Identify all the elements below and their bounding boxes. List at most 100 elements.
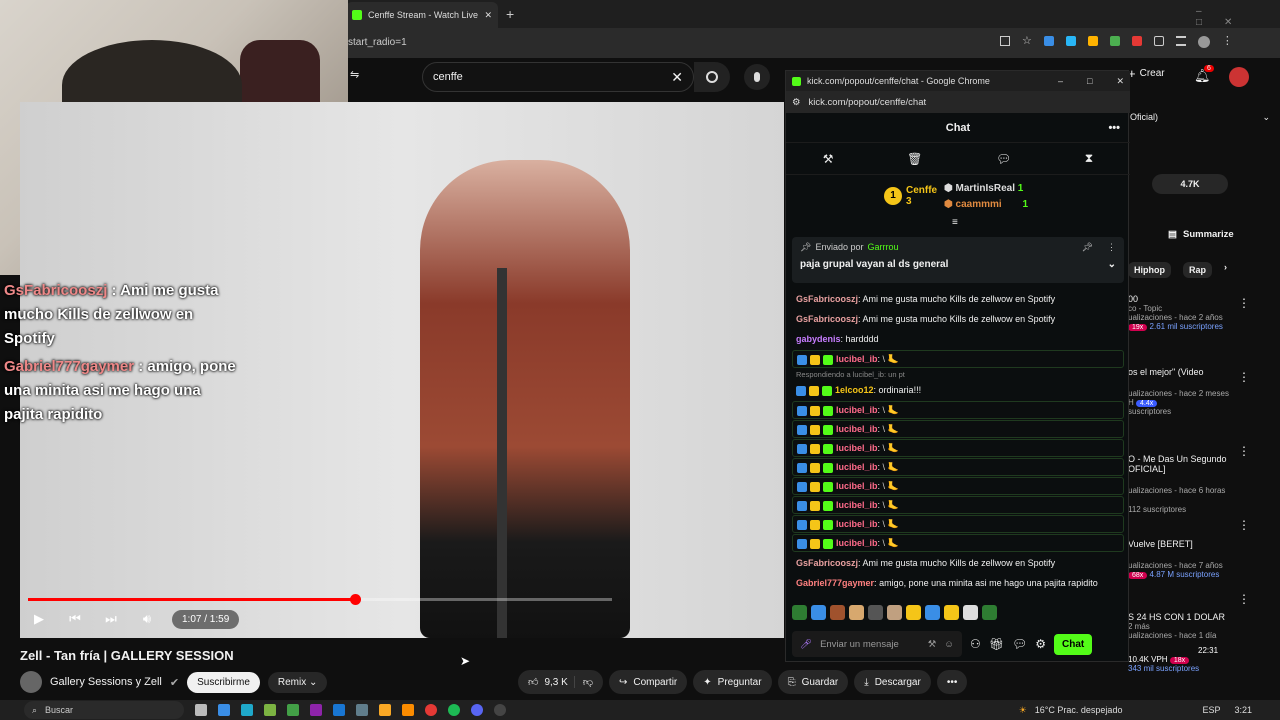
emote-icon[interactable] bbox=[868, 605, 883, 620]
chrome-icon[interactable] bbox=[425, 704, 437, 716]
ask-button[interactable]: ✦ Preguntar bbox=[693, 670, 772, 694]
search-input[interactable]: cenffe ✕ bbox=[422, 62, 694, 92]
emote-icon[interactable] bbox=[944, 605, 959, 620]
settings-icon[interactable]: ⚙ bbox=[1035, 637, 1046, 651]
download-button[interactable]: ⤓ Descargar bbox=[854, 670, 931, 694]
chat-username[interactable]: lucibel_ib bbox=[836, 405, 878, 415]
collapse-icon[interactable]: ≡ bbox=[952, 217, 958, 228]
chat-input[interactable]: 🎤︎ Enviar un mensaje ⚒ ☺ bbox=[792, 631, 962, 657]
chat-message[interactable]: lucibel_ib: \ 🦶 bbox=[792, 350, 1124, 368]
rec-item[interactable]: O - Me Das Un Segundo OFICIAL] ualizacio… bbox=[1128, 454, 1248, 514]
menu-icon[interactable]: ⋮ bbox=[1222, 36, 1233, 48]
remix-button[interactable]: Remix ⌄ bbox=[267, 671, 328, 693]
chat-message[interactable]: GsFabricooszj: Ami me gusta mucho Kills … bbox=[792, 309, 1124, 329]
channel-name[interactable]: Gallery Sessions y Zell bbox=[50, 676, 162, 688]
app-icon[interactable] bbox=[310, 704, 322, 716]
channel-select[interactable]: Oficial) ⌄ bbox=[1130, 112, 1270, 123]
maximize-icon[interactable]: □ bbox=[1087, 76, 1092, 86]
emote-icon[interactable] bbox=[830, 605, 845, 620]
chat-username[interactable]: lucibel_ib bbox=[836, 443, 878, 453]
rec-item[interactable]: os el mejor" (Video ualizaciones - hace … bbox=[1128, 367, 1248, 416]
chat-username[interactable]: GsFabricooszj bbox=[796, 558, 858, 568]
hammer-icon[interactable]: ⚒ bbox=[823, 152, 834, 166]
more-vert-icon[interactable]: ⋮ bbox=[1238, 296, 1250, 310]
chat-message[interactable]: Gabriel777gaymer: amigo, pone una minita… bbox=[792, 573, 1124, 593]
user-list-icon[interactable]: ⚇ bbox=[970, 637, 981, 651]
chat-message[interactable]: lucibel_ib: \ 🦶 bbox=[792, 515, 1124, 533]
filter-icon[interactable]: ⚒ bbox=[928, 639, 937, 650]
spotify-icon[interactable] bbox=[448, 704, 460, 716]
chat-username[interactable]: lucibel_ib bbox=[836, 354, 878, 364]
url-text[interactable]: start_radio=1 bbox=[348, 37, 407, 48]
emote-icon[interactable] bbox=[849, 605, 864, 620]
notifications-button[interactable]: 🔔︎ 6 bbox=[1194, 65, 1214, 84]
volume-icon[interactable]: 🔊︎ bbox=[136, 608, 158, 630]
mic-icon[interactable]: 🎤︎ bbox=[800, 639, 812, 650]
chevron-down-icon[interactable]: ⌄ bbox=[1108, 259, 1116, 270]
subscribe-button[interactable]: Suscribirme bbox=[187, 671, 260, 693]
search-button[interactable] bbox=[694, 62, 730, 92]
edge-icon[interactable] bbox=[241, 704, 253, 716]
install-icon[interactable] bbox=[1000, 36, 1010, 46]
more-vert-icon[interactable]: ⋮ bbox=[1238, 444, 1250, 458]
emote-icon[interactable] bbox=[925, 605, 940, 620]
profile-avatar[interactable] bbox=[1197, 36, 1210, 48]
chat-message[interactable]: lucibel_ib: \ 🦶 bbox=[792, 439, 1124, 457]
chip[interactable]: Hiphop bbox=[1128, 262, 1171, 278]
like-button[interactable]: 👍︎ 9,3 K 👎︎ bbox=[518, 670, 603, 694]
app-icon[interactable] bbox=[264, 704, 276, 716]
thumbs-down-icon[interactable]: 👎︎ bbox=[573, 676, 593, 688]
chat-message[interactable]: gabydenis: hardddd bbox=[792, 329, 1124, 349]
chip[interactable]: Rap bbox=[1183, 262, 1213, 278]
puzzle-icon[interactable] bbox=[1153, 36, 1164, 46]
extension-icon[interactable] bbox=[1065, 36, 1076, 46]
star-icon[interactable]: ☆ bbox=[1022, 36, 1032, 48]
extension-icon[interactable] bbox=[1131, 36, 1142, 46]
save-button[interactable]: ⎘ Guardar bbox=[777, 670, 849, 694]
emote-icon[interactable] bbox=[963, 605, 978, 620]
chat-message[interactable]: GsFabricooszj: Ami me gusta mucho Kills … bbox=[792, 553, 1124, 573]
chat-message[interactable]: lucibel_ib: \ 🦶 bbox=[792, 420, 1124, 438]
summarize-button[interactable]: ▤ Summarize bbox=[1168, 229, 1234, 240]
app-icon[interactable] bbox=[333, 704, 345, 716]
more-vert-icon[interactable]: ⋮ bbox=[1107, 242, 1116, 253]
chat-username[interactable]: GsFabricooszj bbox=[796, 294, 858, 304]
previous-icon[interactable]: ⏮ bbox=[64, 608, 86, 630]
hourglass-icon[interactable]: ⧗ bbox=[1085, 151, 1093, 166]
chat-options-icon[interactable]: ••• bbox=[1108, 122, 1120, 134]
chat-username[interactable]: GsFabricooszj bbox=[796, 314, 858, 324]
chat-username[interactable]: lucibel_ib bbox=[836, 500, 878, 510]
emoji-icon[interactable]: ☺ bbox=[944, 639, 954, 650]
voice-search-button[interactable] bbox=[744, 64, 770, 90]
avatar[interactable] bbox=[1229, 67, 1249, 87]
emote-icon[interactable] bbox=[887, 605, 902, 620]
chat-message[interactable]: lucibel_ib: \ 🦶 bbox=[792, 534, 1124, 552]
playlist-icon[interactable] bbox=[1175, 36, 1186, 46]
rec-item[interactable]: S 24 HS CON 1 DOLAR 2 más ualizaciones -… bbox=[1128, 612, 1248, 673]
emote-icon[interactable] bbox=[811, 605, 826, 620]
taskbar-search[interactable]: ⌕ Buscar bbox=[24, 701, 184, 719]
chat-message[interactable]: lucibel_ib: \ 🦶 bbox=[792, 401, 1124, 419]
gift-icon[interactable]: 🎁︎ bbox=[989, 637, 1004, 651]
site-info-icon[interactable]: ⚙ bbox=[792, 97, 801, 108]
trash-icon[interactable]: 🗑︎ bbox=[907, 152, 922, 166]
rec-item[interactable]: 00 co - Topic ualizaciones - hace 2 años… bbox=[1128, 294, 1248, 331]
app-icon[interactable] bbox=[218, 704, 230, 716]
chat-bubble-icon[interactable]: 💬︎ bbox=[996, 152, 1011, 166]
chat-username[interactable]: lucibel_ib bbox=[836, 519, 878, 529]
chat-username[interactable]: lucibel_ib bbox=[836, 462, 878, 472]
filter-icon[interactable]: ⇋ bbox=[350, 68, 359, 81]
extension-icon[interactable] bbox=[1087, 36, 1098, 46]
app-icon[interactable] bbox=[402, 704, 414, 716]
more-button[interactable]: ••• bbox=[936, 670, 968, 694]
emote-icon[interactable] bbox=[982, 605, 997, 620]
progress-scrubber[interactable] bbox=[350, 594, 362, 605]
chat-message[interactable]: lucibel_ib: \ 🦶 bbox=[792, 458, 1124, 476]
rec-item[interactable]: Vuelve [BERET] ualizaciones - hace 7 año… bbox=[1128, 539, 1248, 579]
next-icon[interactable]: ⏭ bbox=[100, 608, 122, 630]
chat-send-button[interactable]: Chat bbox=[1054, 633, 1093, 655]
obs-icon[interactable] bbox=[494, 704, 506, 716]
more-vert-icon[interactable]: ⋮ bbox=[1238, 370, 1250, 384]
emote-icon[interactable] bbox=[792, 605, 807, 620]
chat-message[interactable]: 1elcoo12: ordinaria!!! bbox=[792, 380, 1124, 400]
